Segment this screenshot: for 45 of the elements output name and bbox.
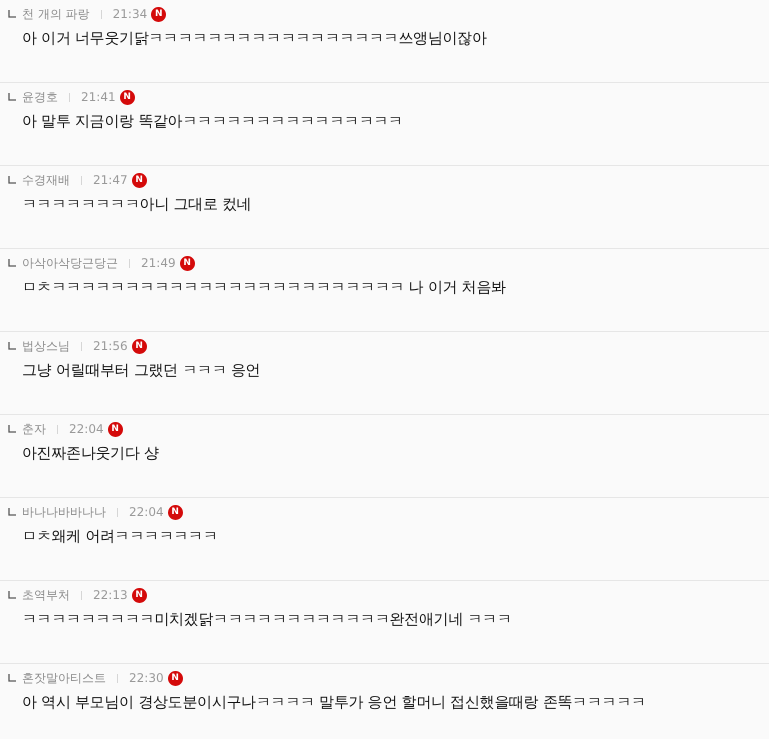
reply-icon xyxy=(8,508,16,516)
new-badge: N xyxy=(180,256,195,270)
comment-time: 22:04 xyxy=(129,505,164,519)
comment-text: 그냥 어릴때부터 그랬던 ㅋㅋㅋ 응언 xyxy=(21,361,262,380)
new-badge: N xyxy=(168,670,183,686)
comment-time: 21:56 xyxy=(93,339,128,353)
comment-author: 바나나바바나나 xyxy=(22,504,106,520)
new-badge: N xyxy=(132,338,147,354)
reply-icon xyxy=(8,10,16,18)
comment-author: 법상스님 xyxy=(22,338,70,354)
comment-author: 수경재배 xyxy=(22,172,70,188)
new-badge: N xyxy=(151,6,166,22)
comment-author: 아삭아삭당근당근 xyxy=(22,254,118,272)
comment-text: ㅋㅋㅋㅋㅋㅋㅋㅋㅋ미치겠닭ㅋㅋㅋㅋㅋㅋㅋㅋㅋㅋㅋㅋ완전애기네 ㅋㅋㅋ xyxy=(21,610,513,629)
comment-text: 아 이거 너무웃기닭ㅋㅋㅋㅋㅋㅋㅋㅋㅋㅋㅋㅋㅋㅋㅋㅋㅋ쓰앵님이잖아 xyxy=(21,29,488,48)
comment-time: 21:34 xyxy=(112,7,148,21)
new-badge: N xyxy=(108,422,123,436)
reply-icon xyxy=(8,93,16,101)
comment-text: ㅋㅋㅋㅋㅋㅋㅋㅋ아니 그대로 컸네 xyxy=(21,195,252,214)
reply-icon xyxy=(8,259,16,267)
comment-time: 21:47 xyxy=(93,173,128,187)
reply-icon xyxy=(8,674,16,682)
comment-time: 22:13 xyxy=(93,588,128,602)
reply-icon xyxy=(8,342,16,350)
comment-author: 춘자 xyxy=(22,420,46,438)
comment-author: 혼잣말아티스트 xyxy=(22,670,106,686)
comment-author: 천 개의 파랑 xyxy=(22,6,90,22)
comment-time: 22:04 xyxy=(69,422,104,436)
comment-time: 21:49 xyxy=(141,256,176,270)
new-badge: N xyxy=(132,588,147,602)
new-badge: N xyxy=(120,90,135,104)
reply-icon xyxy=(8,425,16,433)
comment-author: 초역부처 xyxy=(22,586,70,604)
new-badge: N xyxy=(168,504,183,520)
comment-time: 22:30 xyxy=(129,671,164,685)
comment-text: 아 말투 지금이랑 똑같아ㅋㅋㅋㅋㅋㅋㅋㅋㅋㅋㅋㅋㅋㅋㅋ xyxy=(21,112,404,131)
comment-author: 윤경호 xyxy=(22,88,58,106)
comment-text: 아 역시 부모님이 경상도분이시구나ㅋㅋㅋㅋ 말투가 응언 할머니 접신했을때랑 존똑ㅋㅋㅋㅋㅋ xyxy=(21,693,647,712)
comment-time: 21:41 xyxy=(81,90,116,104)
comment-text: 아진짜존나웃기다 샹 xyxy=(21,444,160,463)
comment-text: ㅁㅊㅋㅋㅋㅋㅋㅋㅋㅋㅋㅋㅋㅋㅋㅋㅋㅋㅋㅋㅋㅋㅋㅋㅋㅋ 나 이거 처음봐 xyxy=(21,278,507,297)
comment-text: ㅁㅊ왜케 어려ㅋㅋㅋㅋㅋㅋㅋ xyxy=(21,527,219,546)
new-badge: N xyxy=(132,172,147,188)
reply-icon xyxy=(8,176,16,184)
reply-icon xyxy=(8,591,16,599)
